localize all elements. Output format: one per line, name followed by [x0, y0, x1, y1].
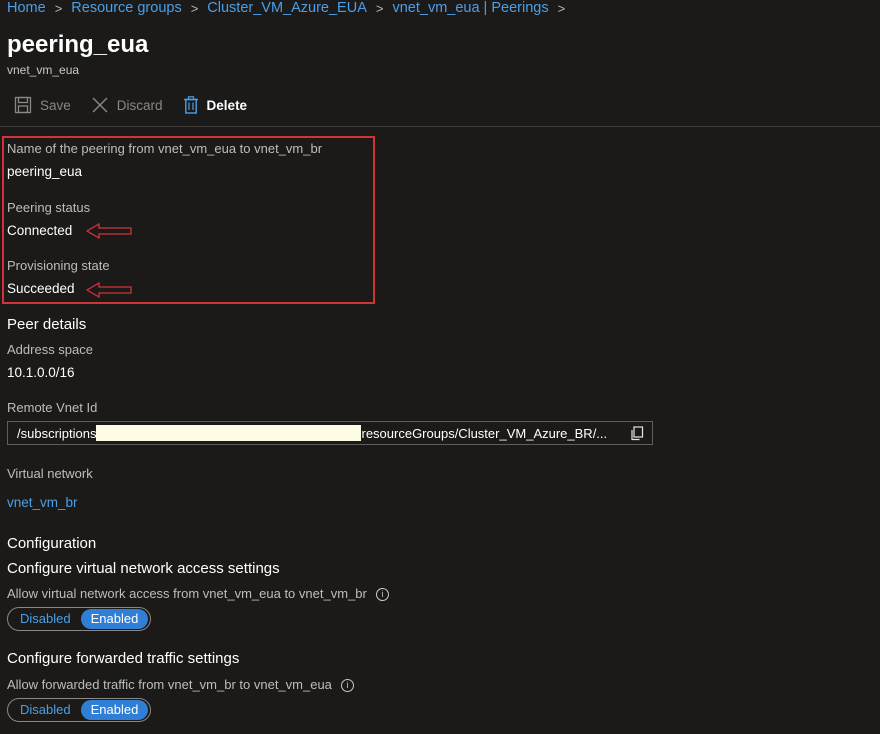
chevron-right-icon: > [375, 0, 384, 16]
peering-status-label: Peering status [7, 200, 91, 215]
forwarded-settings-heading: Configure forwarded traffic settings [7, 650, 240, 667]
access-label: Allow virtual network access from vnet_v… [7, 586, 389, 601]
redacted-block [96, 425, 362, 441]
delete-button[interactable]: Delete [183, 96, 248, 114]
peer-details-heading: Peer details [7, 316, 87, 333]
access-toggle[interactable]: Disabled Enabled [7, 607, 152, 631]
virtual-network-link[interactable]: vnet_vm_br [7, 495, 78, 510]
discard-button[interactable]: Discard [91, 96, 163, 114]
remote-vnet-id-field[interactable]: /subscriptions resourceGroups/Cluster_VM… [7, 421, 653, 445]
close-icon [92, 97, 108, 113]
forwarded-label: Allow forwarded traffic from vnet_vm_br … [7, 677, 354, 692]
peering-name-label: Name of the peering from vnet_vm_eua to … [7, 141, 323, 156]
discard-label: Discard [116, 97, 163, 113]
chevron-right-icon: > [54, 0, 63, 16]
command-bar: Save Discard Delete [14, 96, 267, 114]
breadcrumb-home[interactable]: Home [7, 0, 46, 16]
provisioning-state-label: Provisioning state [7, 258, 110, 273]
remote-vnet-id-prefix: /subscriptions [17, 425, 97, 441]
access-label-text: Allow virtual network access from vnet_v… [7, 586, 367, 601]
virtual-network-label: Virtual network [7, 466, 93, 481]
trash-icon [183, 96, 198, 114]
access-disabled-option[interactable]: Disabled [10, 609, 81, 629]
forwarded-disabled-option[interactable]: Disabled [10, 700, 81, 720]
remote-vnet-id-suffix: resourceGroups/Cluster_VM_Azure_BR/... [361, 425, 608, 441]
breadcrumb-resource-group[interactable]: Cluster_VM_Azure_EUA [207, 0, 367, 16]
highlight-box [2, 136, 375, 304]
info-icon[interactable]: i [375, 588, 389, 601]
save-label: Save [40, 97, 71, 113]
address-space-label: Address space [7, 342, 93, 357]
copy-icon[interactable] [630, 426, 644, 441]
delete-label: Delete [206, 97, 248, 113]
chevron-right-icon: > [557, 0, 566, 16]
chevron-right-icon: > [190, 0, 199, 16]
forwarded-label-text: Allow forwarded traffic from vnet_vm_br … [7, 677, 332, 692]
breadcrumb-peerings[interactable]: vnet_vm_eua | Peerings [392, 0, 548, 16]
info-icon[interactable]: i [340, 679, 354, 692]
breadcrumb-resource-groups[interactable]: Resource groups [71, 0, 181, 16]
page-subtitle: vnet_vm_eua [7, 63, 80, 77]
breadcrumb: Home > Resource groups > Cluster_VM_Azur… [7, 0, 574, 16]
arrow-left-icon [86, 282, 132, 298]
configuration-heading: Configuration [7, 535, 97, 552]
forwarded-toggle[interactable]: Disabled Enabled [7, 698, 152, 722]
peering-status-value: Connected [7, 223, 73, 238]
access-settings-heading: Configure virtual network access setting… [7, 560, 280, 577]
toolbar-divider [0, 126, 880, 127]
forwarded-enabled-option[interactable]: Enabled [80, 700, 149, 720]
page-title: peering_eua [7, 31, 149, 58]
save-icon [14, 96, 32, 114]
address-space-value: 10.1.0.0/16 [7, 365, 75, 380]
arrow-left-icon [86, 223, 132, 239]
provisioning-state-value: Succeeded [7, 281, 75, 296]
access-enabled-option[interactable]: Enabled [80, 609, 149, 629]
save-button[interactable]: Save [14, 96, 71, 114]
peering-name-value: peering_eua [7, 164, 83, 179]
remote-vnet-id-label: Remote Vnet Id [7, 400, 98, 415]
